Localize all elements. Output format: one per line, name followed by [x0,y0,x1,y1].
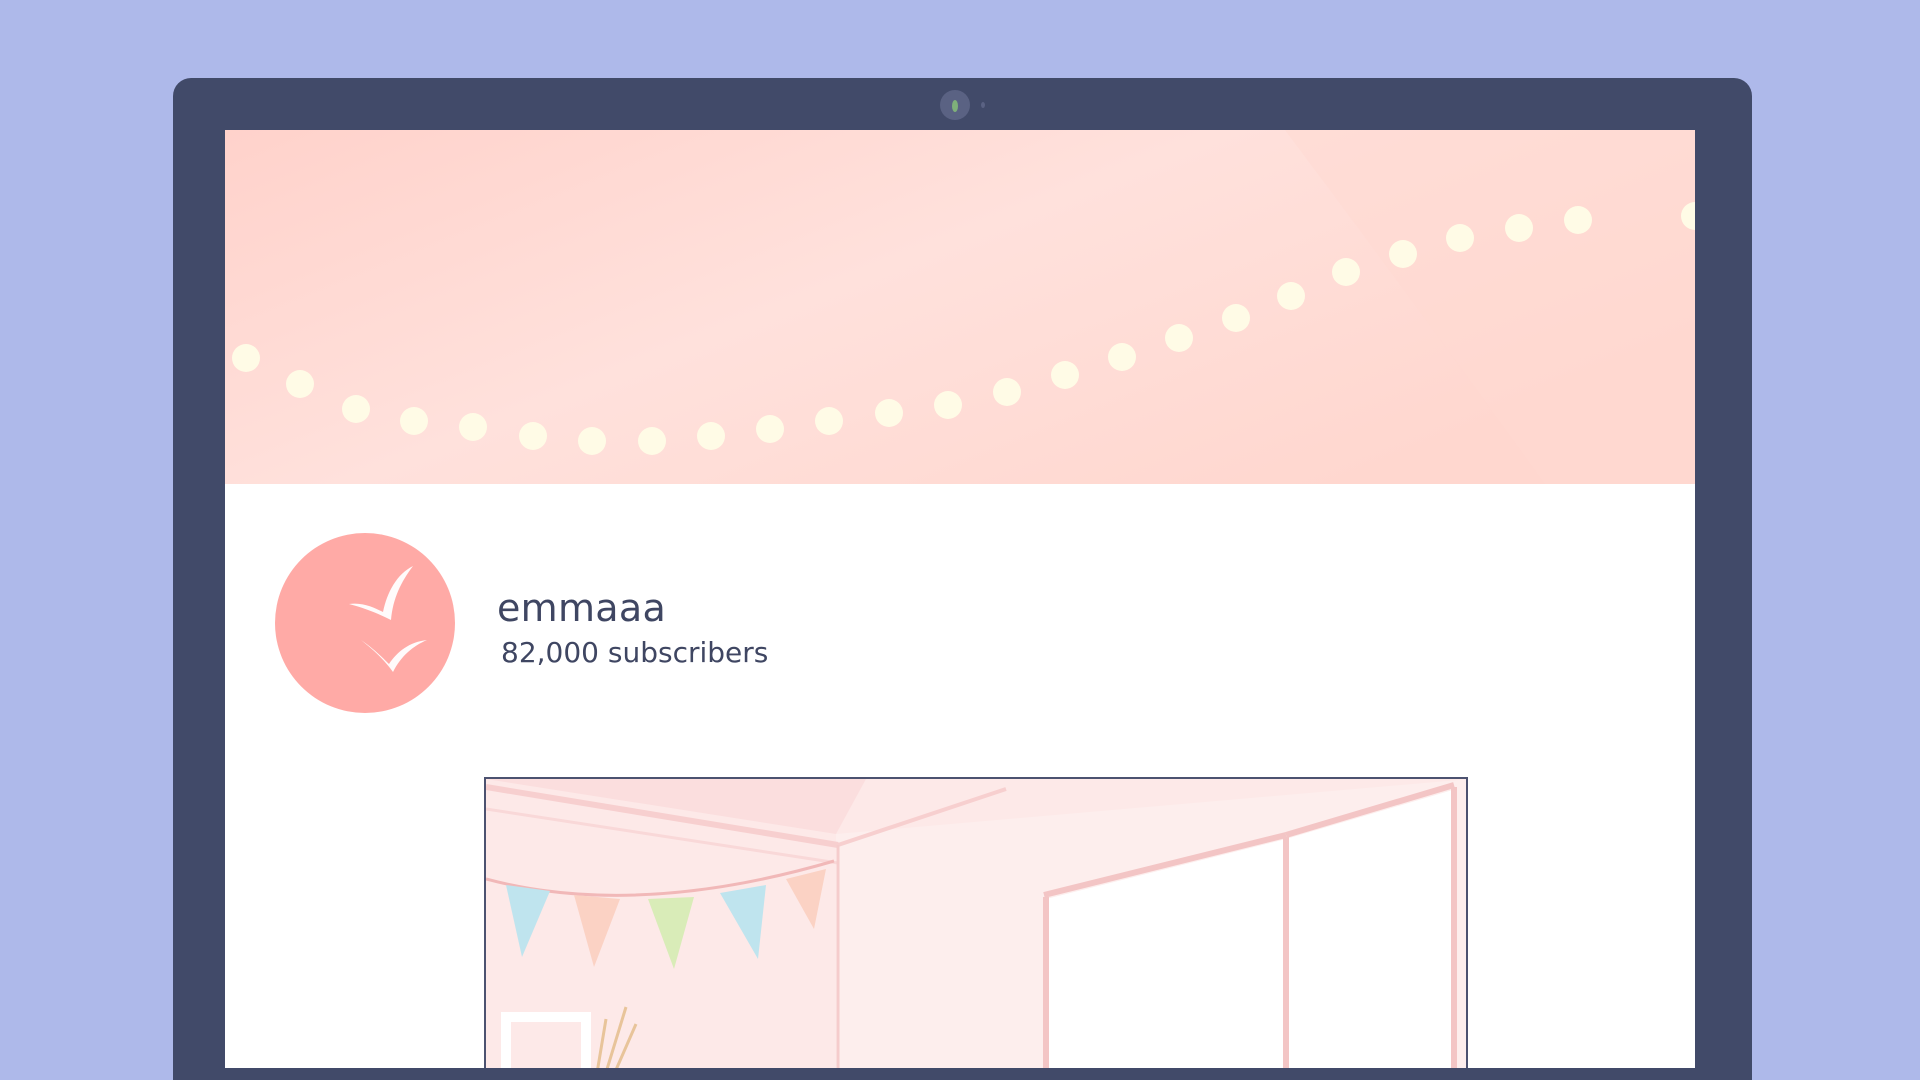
light-bulb [1564,206,1592,234]
light-bulb [1051,361,1079,389]
light-bulb [934,391,962,419]
light-bulb [1165,324,1193,352]
light-bulb [1446,224,1474,252]
light-bulb [815,407,843,435]
light-bulb [1222,304,1250,332]
channel-banner [225,130,1695,484]
webcam-icon [940,90,985,120]
featured-video-thumbnail[interactable] [484,777,1468,1068]
light-bulb [697,422,725,450]
light-bulb [1108,343,1136,371]
light-bulb [1389,240,1417,268]
light-bulb [400,407,428,435]
light-bulb [459,413,487,441]
light-bulb [756,415,784,443]
light-bulb [519,422,547,450]
subscriber-count: 82,000 subscribers [501,636,769,669]
light-bulb [578,427,606,455]
light-bulb [342,395,370,423]
light-bulb [875,399,903,427]
avatar [275,533,455,713]
room-illustration [486,779,1466,1068]
laptop-frame: emmaaa 82,000 subscribers [173,78,1752,1080]
light-bulb [1505,214,1533,242]
birds-icon[interactable] [275,530,455,716]
browser-screen: emmaaa 82,000 subscribers [225,130,1695,1068]
light-bulb [286,370,314,398]
light-bulb [993,378,1021,406]
light-bulb [1277,282,1305,310]
light-bulb [1332,258,1360,286]
light-bulb [232,344,260,372]
light-bulb [638,427,666,455]
channel-name[interactable]: emmaaa [497,586,666,630]
